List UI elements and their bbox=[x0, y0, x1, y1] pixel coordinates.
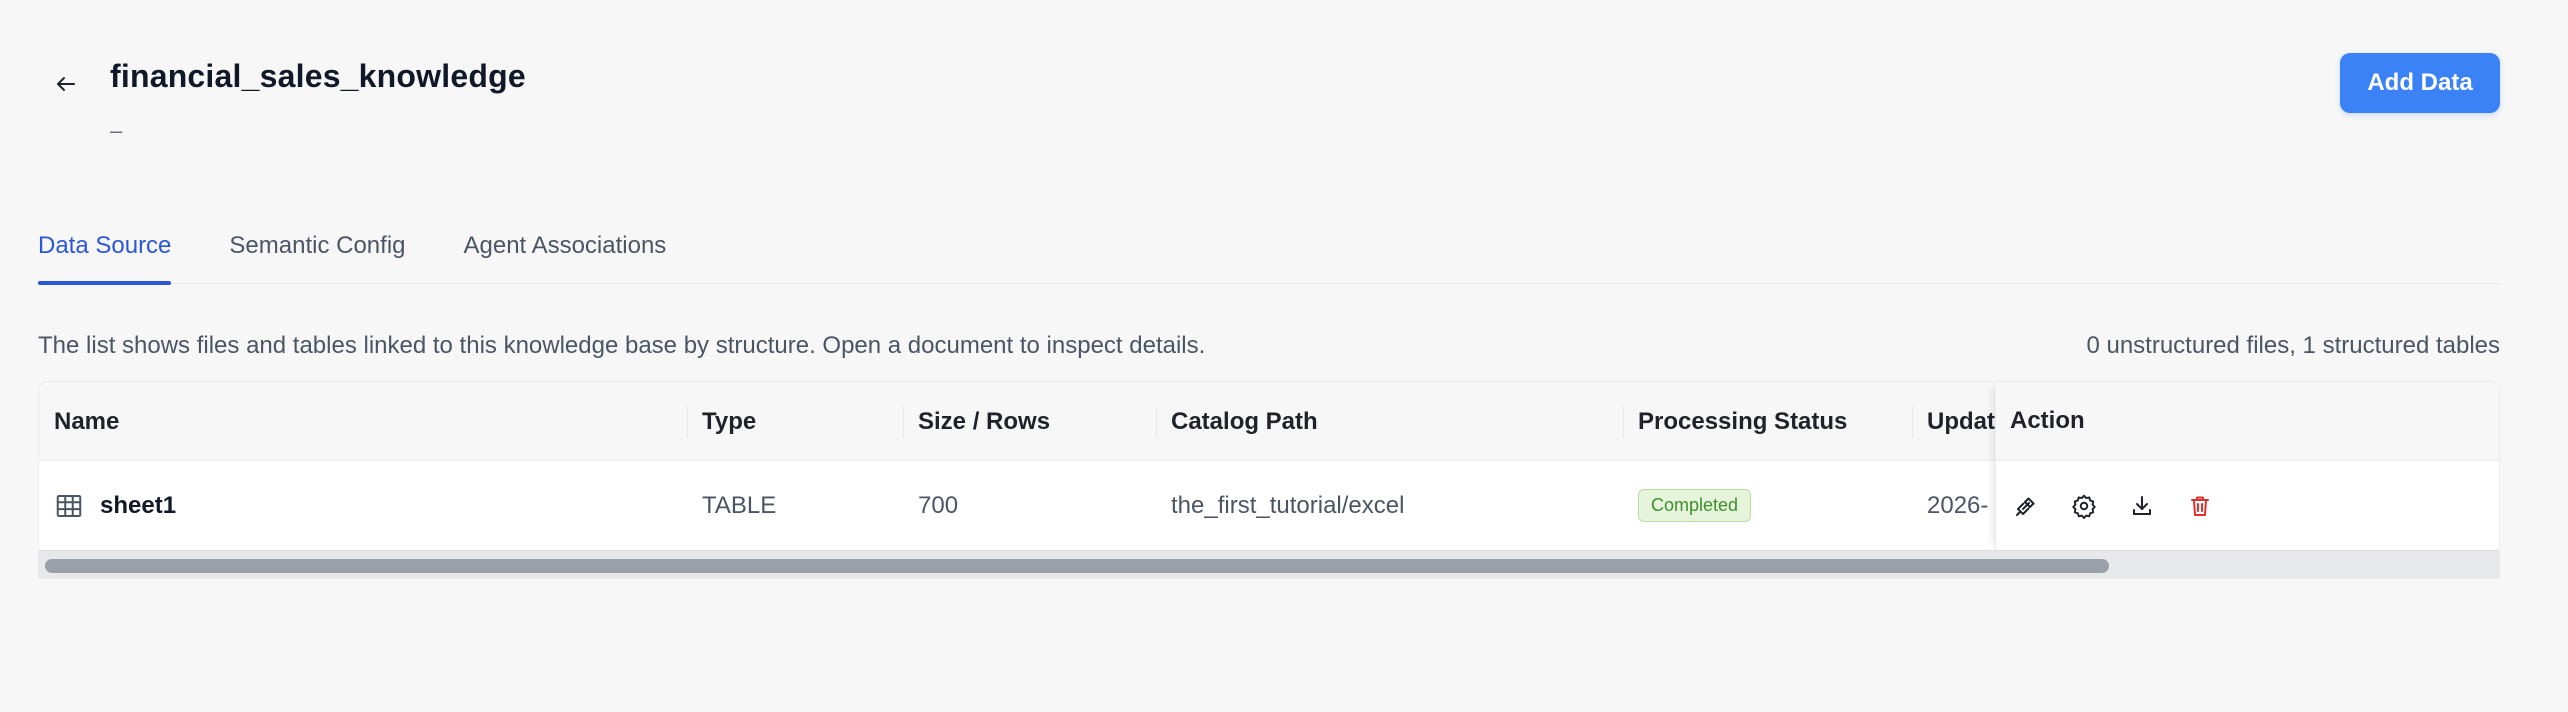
row-catalog-path: the_first_tutorial/excel bbox=[1171, 491, 1405, 519]
trash-icon bbox=[2191, 496, 2209, 516]
tab-bar: Data Source Semantic Config Agent Associ… bbox=[38, 222, 2500, 285]
add-data-button[interactable]: Add Data bbox=[2340, 53, 2500, 113]
status-badge: Completed bbox=[1638, 489, 1752, 522]
row-name: sheet1 bbox=[100, 491, 177, 519]
download-icon bbox=[2133, 495, 2151, 515]
table-grid-icon bbox=[56, 494, 82, 517]
row-name-cell[interactable]: sheet1 bbox=[54, 461, 674, 550]
column-header-type[interactable]: Type bbox=[702, 382, 902, 461]
knowledge-base-page: financial_sales_knowledge – Add Data Dat… bbox=[0, 0, 2568, 712]
column-header-action: Action bbox=[1996, 382, 2499, 461]
row-actions bbox=[1996, 461, 2499, 550]
row-status-cell: Completed bbox=[1638, 461, 1908, 550]
tab-data-source[interactable]: Data Source bbox=[38, 222, 172, 285]
gear-icon bbox=[2072, 494, 2096, 519]
horizontal-scrollbar[interactable] bbox=[39, 550, 2499, 578]
column-divider bbox=[1912, 406, 1913, 438]
column-divider bbox=[1623, 406, 1624, 438]
tab-agent-associations[interactable]: Agent Associations bbox=[464, 222, 667, 284]
row-updated: 2026- bbox=[1927, 491, 1989, 519]
column-header-catalog-path[interactable]: Catalog Path bbox=[1171, 382, 1621, 461]
item-counts: 0 unstructured files, 1 structured table… bbox=[2086, 332, 2500, 359]
column-divider bbox=[1156, 406, 1157, 438]
page-subtitle: – bbox=[110, 118, 123, 143]
download-button[interactable] bbox=[2126, 490, 2158, 522]
row-size: 700 bbox=[918, 491, 959, 519]
data-source-table: Name Type Size / Rows Catalog Path Proce… bbox=[38, 381, 2500, 579]
back-button[interactable] bbox=[50, 68, 82, 100]
column-header-update[interactable]: Update bbox=[1927, 382, 1997, 461]
link-button[interactable] bbox=[2010, 490, 2042, 522]
tab-semantic-config[interactable]: Semantic Config bbox=[229, 222, 405, 284]
settings-button[interactable] bbox=[2068, 490, 2100, 522]
action-column: Action bbox=[1995, 382, 2499, 550]
scrollbar-thumb[interactable] bbox=[45, 559, 2109, 573]
column-divider bbox=[687, 406, 688, 438]
link-icon bbox=[2016, 497, 2035, 516]
column-header-name[interactable]: Name bbox=[54, 382, 674, 461]
list-description: The list shows files and tables linked t… bbox=[38, 332, 1206, 359]
column-divider bbox=[903, 406, 904, 438]
page-title: financial_sales_knowledge bbox=[110, 58, 526, 94]
delete-button[interactable] bbox=[2184, 490, 2216, 522]
column-header-status[interactable]: Processing Status bbox=[1638, 382, 1908, 461]
row-type: TABLE bbox=[702, 491, 777, 519]
arrow-left-icon bbox=[57, 77, 75, 91]
column-header-size[interactable]: Size / Rows bbox=[918, 382, 1158, 461]
